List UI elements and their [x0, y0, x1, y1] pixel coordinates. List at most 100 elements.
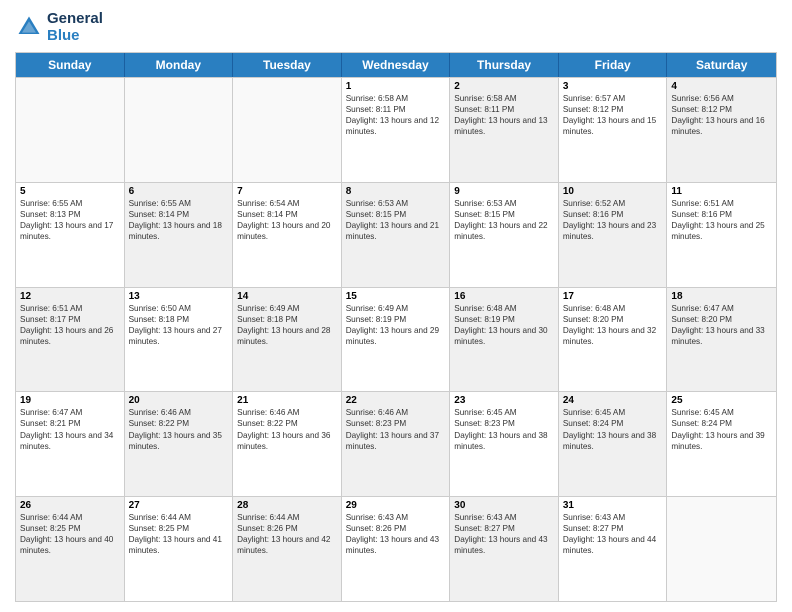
day-number: 11 [671, 186, 772, 197]
day-number: 22 [346, 395, 446, 406]
cell-info: Sunrise: 6:46 AMSunset: 8:22 PMDaylight:… [129, 408, 222, 450]
cell-info: Sunrise: 6:43 AMSunset: 8:26 PMDaylight:… [346, 513, 439, 555]
calendar-cell: 9Sunrise: 6:53 AMSunset: 8:15 PMDaylight… [450, 183, 559, 287]
cell-info: Sunrise: 6:58 AMSunset: 8:11 PMDaylight:… [454, 94, 547, 136]
calendar-cell: 28 Sunrise: 6:44 AMSunset: 8:26 PMDayligh… [233, 497, 342, 601]
cell-info: Sunrise: 6:49 AMSunset: 8:19 PMDaylight:… [346, 304, 439, 346]
day-number: 7 [237, 186, 337, 197]
day-number: 20 [129, 395, 229, 406]
header: General Blue [15, 10, 777, 44]
calendar-cell: 1Sunrise: 6:58 AMSunset: 8:11 PMDaylight… [342, 78, 451, 182]
day-number: 25 [671, 395, 772, 406]
calendar-row: 5 Sunrise: 6:55 AMSunset: 8:13 PMDaylight… [16, 182, 776, 287]
weekday-header: Friday [559, 53, 668, 77]
calendar-cell: 11 Sunrise: 6:51 AMSunset: 8:16 PMDayligh… [667, 183, 776, 287]
calendar-cell: 24Sunrise: 6:45 AMSunset: 8:24 PMDayligh… [559, 392, 668, 496]
calendar-cell: 29 Sunrise: 6:43 AMSunset: 8:26 PMDayligh… [342, 497, 451, 601]
calendar-cell: 18 Sunrise: 6:47 AMSunset: 8:20 PMDayligh… [667, 288, 776, 392]
cell-info: Sunrise: 6:48 AMSunset: 8:20 PMDaylight:… [563, 304, 656, 346]
calendar-cell: 3 Sunrise: 6:57 AMSunset: 8:12 PMDaylight… [559, 78, 668, 182]
weekday-header: Tuesday [233, 53, 342, 77]
calendar-cell [233, 78, 342, 182]
cell-info: Sunrise: 6:58 AMSunset: 8:11 PMDaylight:… [346, 94, 439, 136]
cell-info: Sunrise: 6:44 AMSunset: 8:25 PMDaylight:… [129, 513, 222, 555]
weekday-header: Thursday [450, 53, 559, 77]
day-number: 28 [237, 500, 337, 511]
cell-info: Sunrise: 6:57 AMSunset: 8:12 PMDaylight:… [563, 94, 656, 136]
calendar-cell: 2Sunrise: 6:58 AMSunset: 8:11 PMDaylight… [450, 78, 559, 182]
day-number: 21 [237, 395, 337, 406]
calendar-cell: 22 Sunrise: 6:46 AMSunset: 8:23 PMDayligh… [342, 392, 451, 496]
calendar-row: 12 Sunrise: 6:51 AMSunset: 8:17 PMDayligh… [16, 287, 776, 392]
cell-info: Sunrise: 6:55 AMSunset: 8:14 PMDaylight:… [129, 199, 222, 241]
logo: General Blue [15, 10, 103, 44]
cell-info: Sunrise: 6:50 AMSunset: 8:18 PMDaylight:… [129, 304, 222, 346]
calendar-cell: 31 Sunrise: 6:43 AMSunset: 8:27 PMDayligh… [559, 497, 668, 601]
calendar-cell: 16Sunrise: 6:48 AMSunset: 8:19 PMDayligh… [450, 288, 559, 392]
calendar-cell: 21Sunrise: 6:46 AMSunset: 8:22 PMDayligh… [233, 392, 342, 496]
day-number: 18 [671, 291, 772, 302]
cell-info: Sunrise: 6:55 AMSunset: 8:13 PMDaylight:… [20, 199, 113, 241]
calendar-header: SundayMondayTuesdayWednesdayThursdayFrid… [16, 53, 776, 77]
calendar-cell [16, 78, 125, 182]
day-number: 10 [563, 186, 663, 197]
cell-info: Sunrise: 6:51 AMSunset: 8:17 PMDaylight:… [20, 304, 113, 346]
day-number: 31 [563, 500, 663, 511]
cell-info: Sunrise: 6:46 AMSunset: 8:23 PMDaylight:… [346, 408, 439, 450]
weekday-header: Wednesday [342, 53, 451, 77]
calendar-cell: 14 Sunrise: 6:49 AMSunset: 8:18 PMDayligh… [233, 288, 342, 392]
calendar-body: 1Sunrise: 6:58 AMSunset: 8:11 PMDaylight… [16, 77, 776, 601]
day-number: 4 [671, 81, 772, 92]
calendar-cell: 7 Sunrise: 6:54 AMSunset: 8:14 PMDaylight… [233, 183, 342, 287]
calendar-cell: 25 Sunrise: 6:45 AMSunset: 8:24 PMDayligh… [667, 392, 776, 496]
day-number: 29 [346, 500, 446, 511]
calendar-cell [125, 78, 234, 182]
cell-info: Sunrise: 6:53 AMSunset: 8:15 PMDaylight:… [346, 199, 439, 241]
day-number: 6 [129, 186, 229, 197]
day-number: 12 [20, 291, 120, 302]
calendar-row: 26 Sunrise: 6:44 AMSunset: 8:25 PMDayligh… [16, 496, 776, 601]
weekday-header: Monday [125, 53, 234, 77]
day-number: 13 [129, 291, 229, 302]
calendar-cell: 6 Sunrise: 6:55 AMSunset: 8:14 PMDaylight… [125, 183, 234, 287]
day-number: 3 [563, 81, 663, 92]
cell-info: Sunrise: 6:53 AMSunset: 8:15 PMDaylight:… [454, 199, 547, 241]
day-number: 14 [237, 291, 337, 302]
logo-text: General Blue [47, 10, 103, 44]
cell-info: Sunrise: 6:52 AMSunset: 8:16 PMDaylight:… [563, 199, 656, 241]
day-number: 8 [346, 186, 446, 197]
cell-info: Sunrise: 6:56 AMSunset: 8:12 PMDaylight:… [671, 94, 764, 136]
calendar-cell: 19Sunrise: 6:47 AMSunset: 8:21 PMDayligh… [16, 392, 125, 496]
cell-info: Sunrise: 6:54 AMSunset: 8:14 PMDaylight:… [237, 199, 330, 241]
calendar-cell: 13 Sunrise: 6:50 AMSunset: 8:18 PMDayligh… [125, 288, 234, 392]
cell-info: Sunrise: 6:45 AMSunset: 8:24 PMDaylight:… [671, 408, 764, 450]
calendar-cell: 17Sunrise: 6:48 AMSunset: 8:20 PMDayligh… [559, 288, 668, 392]
weekday-header: Saturday [667, 53, 776, 77]
calendar-cell: 30 Sunrise: 6:43 AMSunset: 8:27 PMDayligh… [450, 497, 559, 601]
day-number: 23 [454, 395, 554, 406]
weekday-header: Sunday [16, 53, 125, 77]
cell-info: Sunrise: 6:45 AMSunset: 8:23 PMDaylight:… [454, 408, 547, 450]
cell-info: Sunrise: 6:47 AMSunset: 8:20 PMDaylight:… [671, 304, 764, 346]
day-number: 26 [20, 500, 120, 511]
calendar-cell: 4 Sunrise: 6:56 AMSunset: 8:12 PMDaylight… [667, 78, 776, 182]
cell-info: Sunrise: 6:49 AMSunset: 8:18 PMDaylight:… [237, 304, 330, 346]
cell-info: Sunrise: 6:45 AMSunset: 8:24 PMDaylight:… [563, 408, 656, 450]
cell-info: Sunrise: 6:51 AMSunset: 8:16 PMDaylight:… [671, 199, 764, 241]
day-number: 5 [20, 186, 120, 197]
calendar-cell: 26Sunrise: 6:44 AMSunset: 8:25 PMDayligh… [16, 497, 125, 601]
calendar: SundayMondayTuesdayWednesdayThursdayFrid… [15, 52, 777, 602]
day-number: 16 [454, 291, 554, 302]
logo-icon [15, 13, 43, 41]
page: General Blue SundayMondayTuesdayWednesda… [0, 0, 792, 612]
day-number: 27 [129, 500, 229, 511]
calendar-row: 19Sunrise: 6:47 AMSunset: 8:21 PMDayligh… [16, 391, 776, 496]
cell-info: Sunrise: 6:44 AMSunset: 8:26 PMDaylight:… [237, 513, 330, 555]
calendar-cell: 15Sunrise: 6:49 AMSunset: 8:19 PMDayligh… [342, 288, 451, 392]
calendar-cell: 20 Sunrise: 6:46 AMSunset: 8:22 PMDayligh… [125, 392, 234, 496]
calendar-cell: 23 Sunrise: 6:45 AMSunset: 8:23 PMDayligh… [450, 392, 559, 496]
day-number: 30 [454, 500, 554, 511]
cell-info: Sunrise: 6:43 AMSunset: 8:27 PMDaylight:… [454, 513, 547, 555]
calendar-cell: 27 Sunrise: 6:44 AMSunset: 8:25 PMDayligh… [125, 497, 234, 601]
cell-info: Sunrise: 6:43 AMSunset: 8:27 PMDaylight:… [563, 513, 656, 555]
